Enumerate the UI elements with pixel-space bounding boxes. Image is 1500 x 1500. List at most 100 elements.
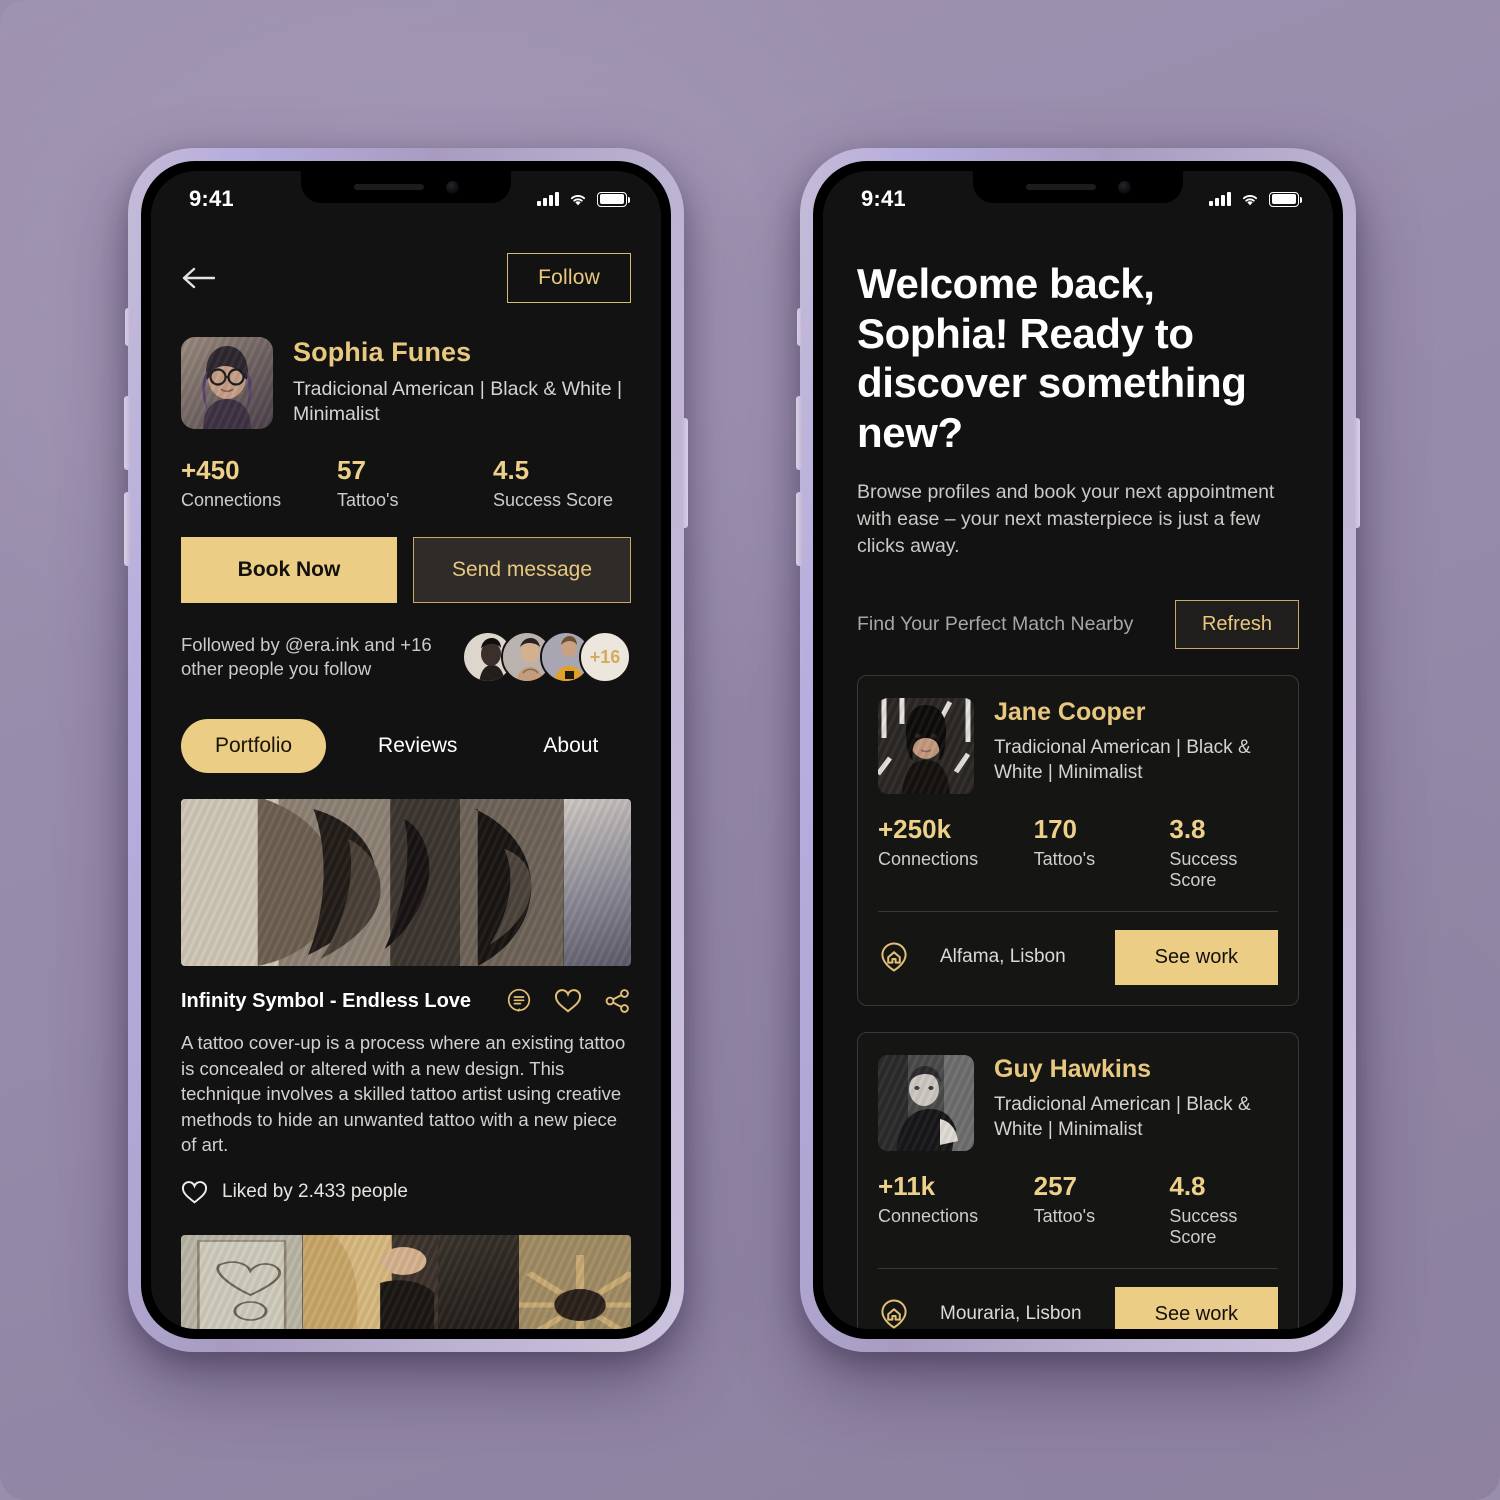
arrow-left-icon[interactable] (181, 263, 215, 293)
portfolio-image (437, 1234, 519, 1329)
notch (973, 171, 1183, 203)
profile-header: Sophia Funes Tradicional American | Blac… (151, 303, 661, 429)
artist-card-avatar (878, 1054, 974, 1151)
book-now-button[interactable]: Book Now (181, 537, 397, 603)
artist-card[interactable]: Jane Cooper Tradicional American | Black… (857, 674, 1299, 1006)
volume-up-button[interactable] (796, 396, 803, 470)
follower-overflow-badge: +16 (579, 631, 631, 683)
artist-card-avatar (878, 697, 974, 794)
heart-icon[interactable] (554, 988, 582, 1014)
stat-value: +11k (878, 1170, 936, 1201)
comment-icon[interactable] (506, 988, 532, 1014)
stat-label: Tattoo's (1033, 848, 1096, 869)
portfolio-image-collage-2[interactable] (181, 1234, 631, 1329)
discover-content: Welcome back, Sophia! Ready to discover … (823, 227, 1333, 1329)
match-section-header: Find Your Perfect Match Nearby Refresh (857, 599, 1299, 649)
power-button[interactable] (681, 418, 688, 528)
profile-actions: Book Now Send message (151, 511, 661, 603)
portfolio-description: A tattoo cover-up is a process where an … (181, 1032, 626, 1156)
wifi-icon (570, 194, 586, 205)
artist-card-location: Alfama, Lisbon (940, 946, 1066, 968)
artist-card-name: Jane Cooper (994, 697, 1146, 726)
portfolio-image (518, 1234, 631, 1329)
phone-right: 9:41 Welcome back, Sophia! Ready to disc… (796, 148, 1360, 1352)
portfolio-likes-text: Liked by 2.433 people (222, 1181, 408, 1203)
match-label: Find Your Perfect Match Nearby (857, 612, 1134, 635)
artist-tags: Tradicional American | Black & White | M… (293, 378, 623, 425)
artist-card-location: Mouraria, Lisbon (940, 1303, 1082, 1325)
divider (878, 1267, 1278, 1269)
portfolio-image-collage[interactable] (181, 799, 631, 966)
profile-topbar: Follow (151, 227, 661, 303)
divider (878, 910, 1278, 912)
earpiece-speaker (353, 184, 424, 190)
stat-value: 170 (1033, 813, 1078, 844)
see-work-button[interactable]: See work (1114, 929, 1278, 985)
artist-profile-screen: 9:41 Follow Sophia Funes Tradicional Ame… (151, 171, 661, 1329)
follower-avatar-stack[interactable]: +16 (462, 631, 631, 683)
artist-name: Sophia Funes (293, 337, 472, 367)
stat-value: 57 (337, 455, 366, 485)
profile-tabs: Portfolio Reviews About (151, 683, 661, 773)
portfolio-image (181, 799, 460, 966)
stat-value: 257 (1033, 1170, 1078, 1201)
front-camera-icon (1117, 180, 1131, 194)
tab-about[interactable]: About (509, 719, 632, 773)
artist-card-stats: +11k Connections 257 Tattoo's 4.8 Succes… (878, 1171, 1278, 1248)
cellular-signal-icon (1209, 192, 1231, 206)
artist-card[interactable]: Guy Hawkins Tradicional American | Black… (857, 1031, 1299, 1329)
stat-tattoos: 170 Tattoo's (1034, 814, 1170, 891)
tab-portfolio[interactable]: Portfolio (181, 719, 327, 773)
stat-value: +250k (878, 813, 952, 844)
welcome-heading: Welcome back, Sophia! Ready to discover … (857, 260, 1247, 456)
phone-left: 9:41 Follow Sophia Funes Tradicional Ame… (124, 148, 688, 1352)
notch (301, 171, 511, 203)
front-camera-icon (445, 180, 459, 194)
stat-success-score: 4.5 Success Score (493, 455, 613, 511)
artist-avatar (181, 337, 273, 429)
share-icon[interactable] (604, 988, 631, 1014)
portfolio-image (460, 799, 564, 966)
followed-by-text: Followed by @era.ink and +16 other peopl… (181, 633, 432, 679)
profile-content: Follow Sophia Funes Tradicional American… (151, 227, 661, 1329)
profile-stats: +450 Connections 57 Tattoo's 4.5 Success… (151, 429, 661, 511)
stat-label: Connections (181, 490, 282, 510)
send-message-button[interactable]: Send message (413, 537, 631, 603)
wifi-icon (1242, 194, 1258, 205)
tab-reviews[interactable]: Reviews (344, 719, 491, 773)
power-button[interactable] (1353, 418, 1360, 528)
battery-icon (1269, 191, 1303, 207)
volume-up-button[interactable] (124, 396, 131, 470)
portfolio-image (302, 1234, 438, 1329)
location-home-icon (881, 1299, 907, 1329)
battery-icon (597, 191, 631, 207)
refresh-button[interactable]: Refresh (1174, 599, 1299, 649)
volume-down-button[interactable] (124, 492, 131, 566)
stat-success-score: 3.8 Success Score (1169, 814, 1278, 891)
welcome-subtext: Browse profiles and book your next appoi… (857, 481, 1275, 557)
silent-switch[interactable] (125, 308, 131, 346)
volume-down-button[interactable] (796, 492, 803, 566)
stat-value: 4.5 (493, 455, 530, 485)
stat-value: 4.8 (1169, 1170, 1206, 1201)
stat-label: Success Score (1169, 1205, 1238, 1247)
scene-background: 9:41 Follow Sophia Funes Tradicional Ame… (0, 0, 1500, 1500)
see-work-button[interactable]: See work (1114, 1286, 1278, 1329)
portfolio-title: Infinity Symbol - Endless Love (181, 989, 472, 1012)
stat-connections: +11k Connections (878, 1171, 1034, 1248)
heart-icon[interactable] (181, 1180, 208, 1205)
followed-by-row: Followed by @era.ink and +16 other peopl… (151, 603, 661, 683)
stat-tattoos: 57 Tattoo's (337, 455, 493, 511)
portfolio-image (181, 1234, 303, 1329)
artist-card-stats: +250k Connections 170 Tattoo's 3.8 Succe… (878, 814, 1278, 891)
artist-card-tags: Tradicional American | Black & White | M… (994, 736, 1251, 783)
artist-card-name: Guy Hawkins (994, 1054, 1151, 1083)
follow-button[interactable]: Follow (507, 253, 631, 303)
discover-screen: 9:41 Welcome back, Sophia! Ready to disc… (823, 171, 1333, 1329)
stat-label: Success Score (1169, 848, 1238, 890)
stat-label: Tattoo's (337, 490, 399, 510)
silent-switch[interactable] (797, 308, 803, 346)
stat-connections: +450 Connections (181, 455, 337, 511)
portfolio-title-row: Infinity Symbol - Endless Love (181, 988, 631, 1014)
stat-label: Success Score (493, 490, 614, 510)
